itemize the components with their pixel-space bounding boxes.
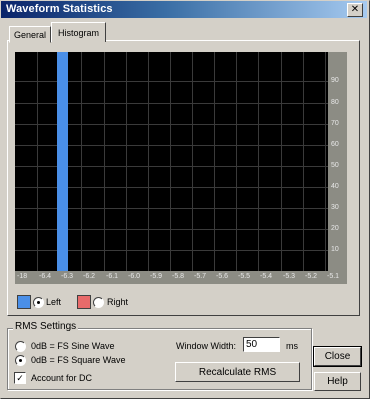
title-bar[interactable]: Waveform Statistics ✕ (1, 1, 367, 18)
y-tick-label: 50 (331, 162, 339, 169)
x-tick-label: -6.0 (128, 273, 141, 280)
x-tick-label: -5.2 (305, 273, 318, 280)
y-tick-label: 80 (331, 99, 339, 106)
histogram-plot-area (15, 52, 328, 271)
help-button[interactable]: Help (314, 372, 361, 391)
histogram-chart (15, 52, 328, 271)
x-tick-label: -5.1 (327, 273, 340, 280)
x-tick-label: -5.8 (172, 273, 185, 280)
right-color-swatch (77, 295, 91, 309)
close-button[interactable]: Close (313, 346, 362, 367)
histogram-bar-left (57, 52, 68, 271)
square-wave-radio[interactable] (15, 355, 26, 366)
window-width-unit: ms (286, 341, 298, 351)
y-tick-label: 20 (331, 225, 339, 232)
x-tick-label: -5.4 (260, 273, 273, 280)
account-for-dc-label: Account for DC (31, 373, 93, 383)
y-tick-label: 30 (331, 204, 339, 211)
x-tick-label: -6.4 (39, 273, 52, 280)
y-tick-label: 70 (331, 120, 339, 127)
left-color-swatch (17, 295, 31, 309)
window-title: Waveform Statistics (6, 3, 113, 15)
tab-histogram[interactable]: Histogram (51, 22, 106, 42)
window-width-label: Window Width: (176, 341, 237, 351)
tab-general[interactable]: General (9, 26, 51, 43)
x-tick-label: -18 (17, 273, 28, 280)
account-for-dc-checkbox[interactable]: ✓ (14, 372, 26, 384)
window-width-input[interactable] (243, 337, 280, 352)
recalculate-rms-button[interactable]: Recalculate RMS (175, 362, 300, 382)
left-channel-radio[interactable] (33, 297, 44, 308)
x-tick-label: -6.2 (83, 273, 96, 280)
x-tick-label: -5.3 (283, 273, 296, 280)
right-channel-label: Right (107, 297, 129, 307)
y-tick-label: 40 (331, 183, 339, 190)
x-tick-label: -5.5 (238, 273, 251, 280)
left-channel-label: Left (46, 297, 62, 307)
square-wave-label: 0dB = FS Square Wave (31, 355, 126, 365)
x-tick-label: -5.7 (194, 273, 207, 280)
x-tick-label: -6.3 (61, 273, 74, 280)
sine-wave-radio[interactable] (15, 341, 26, 352)
y-tick-label: 10 (331, 246, 339, 253)
x-tick-label: -6.1 (106, 273, 119, 280)
x-tick-label: -5.9 (150, 273, 163, 280)
close-icon[interactable]: ✕ (347, 3, 363, 17)
x-tick-label: -5.6 (216, 273, 229, 280)
y-tick-label: 60 (331, 141, 339, 148)
right-channel-radio[interactable] (93, 297, 104, 308)
sine-wave-label: 0dB = FS Sine Wave (31, 341, 115, 351)
y-tick-label: 90 (331, 77, 339, 84)
rms-settings-title: RMS Settings (13, 321, 79, 332)
